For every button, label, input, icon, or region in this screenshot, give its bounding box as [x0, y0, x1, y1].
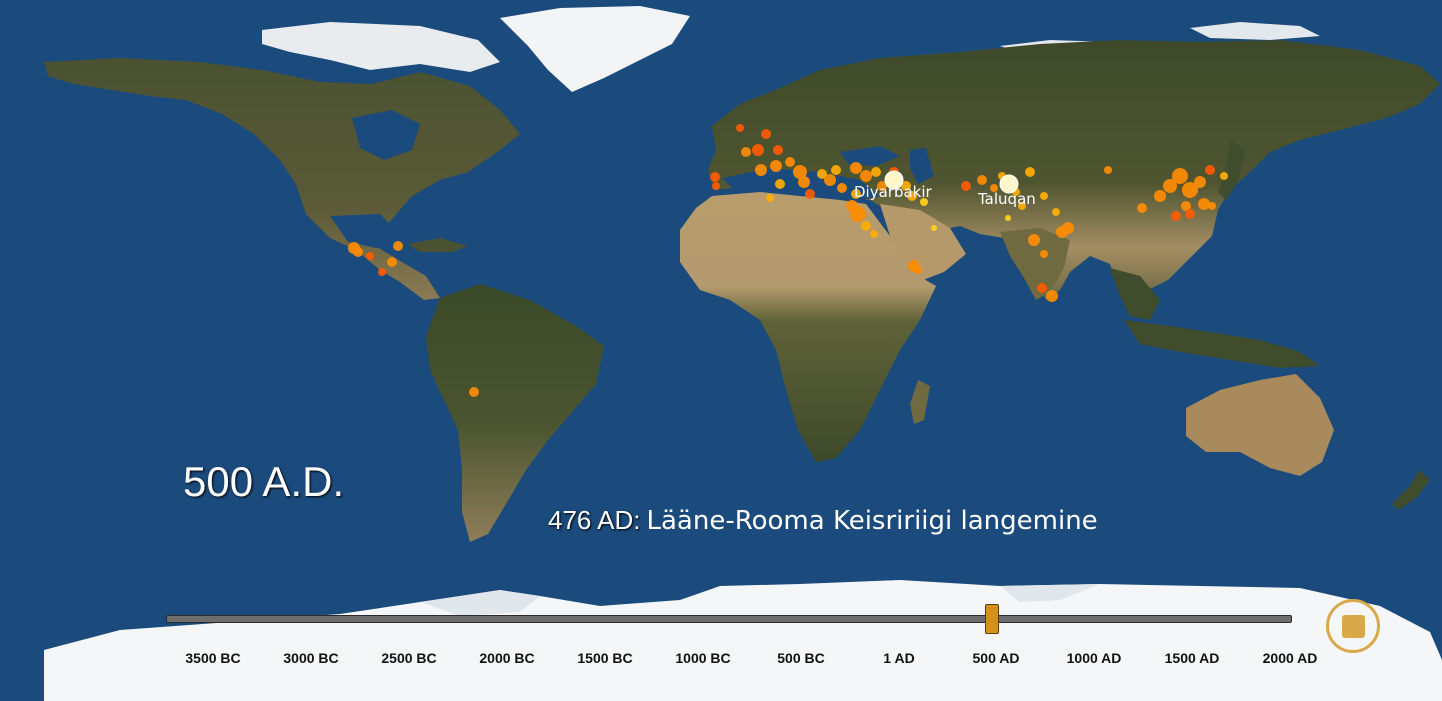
city-marker[interactable]	[393, 241, 403, 251]
timeline-tick-label: 2000 AD	[1262, 650, 1318, 666]
city-marker[interactable]	[1220, 172, 1228, 180]
city-marker[interactable]	[353, 247, 363, 257]
play-stop-button[interactable]	[1326, 599, 1380, 653]
stop-square-icon	[1342, 615, 1365, 638]
city-marker[interactable]	[378, 268, 386, 276]
event-caption: 476 AD: Lääne-Rooma Keisririigi langemine	[548, 505, 1098, 536]
event-text: Lääne-Rooma Keisririigi langemine	[646, 506, 1098, 536]
timeline-tick-label: 3500 BC	[185, 650, 241, 666]
city-marker[interactable]	[961, 181, 971, 191]
city-marker[interactable]	[761, 129, 771, 139]
timeline-slider-track[interactable]	[166, 615, 1292, 623]
timeline-tick-label: 500 AD	[972, 650, 1020, 666]
city-marker[interactable]	[850, 162, 862, 174]
city-label-taluqan: Taluqan	[977, 190, 1036, 208]
city-marker[interactable]	[1025, 167, 1035, 177]
city-marker[interactable]	[712, 182, 720, 190]
city-marker[interactable]	[1205, 165, 1215, 175]
city-marker[interactable]	[850, 206, 866, 222]
city-marker[interactable]	[741, 147, 751, 157]
city-marker[interactable]	[1037, 283, 1047, 293]
city-marker[interactable]	[861, 221, 871, 231]
city-marker[interactable]	[710, 172, 720, 182]
city-marker[interactable]	[1208, 202, 1216, 210]
city-marker[interactable]	[770, 160, 782, 172]
city-marker[interactable]	[870, 230, 878, 238]
timeline-tick-label: 1500 BC	[577, 650, 633, 666]
city-marker[interactable]	[773, 145, 783, 155]
year-label: 500 A.D.	[183, 458, 345, 505]
city-marker[interactable]	[805, 189, 815, 199]
city-marker[interactable]	[1171, 211, 1181, 221]
city-marker[interactable]	[977, 175, 987, 185]
timeline-tick-label: 1500 AD	[1164, 650, 1220, 666]
city-marker[interactable]	[387, 257, 397, 267]
city-marker[interactable]	[469, 387, 479, 397]
city-marker[interactable]	[752, 144, 764, 156]
city-marker[interactable]	[1104, 166, 1112, 174]
timeline-tick-label: 2000 BC	[479, 650, 535, 666]
city-marker[interactable]	[860, 170, 872, 182]
city-marker[interactable]	[831, 165, 841, 175]
timeline-tick-label: 1000 BC	[675, 650, 731, 666]
timeline-slider-thumb[interactable]	[985, 604, 999, 634]
city-marker[interactable]	[1137, 203, 1147, 213]
city-marker[interactable]	[824, 174, 836, 186]
city-label-diyarbakir: Diyarbakir	[854, 183, 933, 201]
city-marker[interactable]	[914, 266, 922, 274]
city-marker[interactable]	[1040, 192, 1048, 200]
event-date: 476 AD:	[548, 505, 641, 535]
city-marker[interactable]	[1172, 168, 1188, 184]
timeline-tick-label: 1000 AD	[1066, 650, 1122, 666]
map-visualization: Diyarbakir Taluqan 500 A.D. 476 AD: Lääne…	[0, 0, 1442, 701]
city-marker[interactable]	[1185, 209, 1195, 219]
timeline-tick-label: 3000 BC	[283, 650, 339, 666]
city-marker[interactable]	[766, 194, 774, 202]
city-marker[interactable]	[931, 225, 937, 231]
city-marker[interactable]	[1028, 234, 1040, 246]
city-marker[interactable]	[1040, 250, 1048, 258]
world-map: Diyarbakir Taluqan	[0, 0, 1442, 701]
city-marker[interactable]	[775, 179, 785, 189]
city-marker[interactable]	[1194, 176, 1206, 188]
timeline-tick-label: 1 AD	[883, 650, 915, 666]
timeline-tick-label: 500 BC	[777, 650, 825, 666]
city-marker[interactable]	[871, 167, 881, 177]
city-marker[interactable]	[798, 176, 810, 188]
city-marker[interactable]	[1154, 190, 1166, 202]
city-marker[interactable]	[1062, 222, 1074, 234]
city-marker[interactable]	[755, 164, 767, 176]
city-marker[interactable]	[366, 252, 374, 260]
city-marker[interactable]	[1005, 215, 1011, 221]
city-marker[interactable]	[736, 124, 744, 132]
city-marker[interactable]	[1198, 198, 1210, 210]
timeline-tick-label: 2500 BC	[381, 650, 437, 666]
city-marker[interactable]	[837, 183, 847, 193]
city-marker[interactable]	[1052, 208, 1060, 216]
city-marker[interactable]	[785, 157, 795, 167]
city-marker[interactable]	[1046, 290, 1058, 302]
